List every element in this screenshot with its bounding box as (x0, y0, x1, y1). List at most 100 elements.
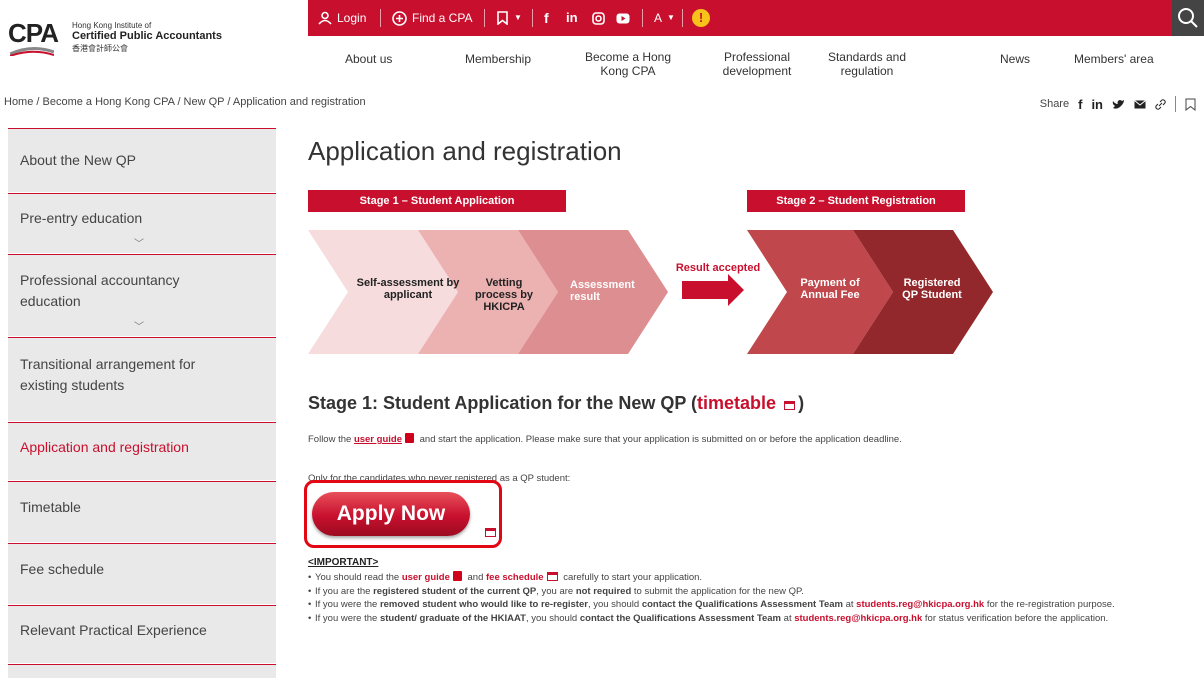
bold-text: contact the Qualifications Assessment Te… (579, 612, 782, 624)
result-accepted-label: Result accepted (675, 262, 761, 274)
login-link[interactable]: Login (318, 0, 366, 36)
logo-line-3: 香港會計師公會 (72, 44, 128, 53)
divider (484, 9, 485, 27)
nav-news[interactable]: News (1000, 52, 1030, 66)
user-guide-link[interactable]: user guide (402, 572, 450, 583)
email-share-icon[interactable] (1134, 99, 1146, 109)
sidebar-item-fee-schedule[interactable]: Fee schedule (8, 543, 276, 604)
globe-plus-icon (392, 10, 407, 26)
pdf-icon[interactable] (404, 433, 414, 443)
fee-schedule-link[interactable]: fee schedule (486, 572, 544, 583)
divider (532, 9, 533, 27)
sidebar-item-relevant-practical-experience[interactable]: Relevant Practical Experience (8, 605, 276, 663)
instagram-icon[interactable] (592, 0, 605, 36)
text: If you are the (315, 585, 374, 597)
pdf-icon[interactable] (452, 571, 462, 581)
copy-link-icon[interactable] (1155, 98, 1166, 110)
text: , you should (587, 599, 642, 610)
calendar-icon[interactable] (784, 401, 796, 410)
sidebar-item-about-new-qp[interactable]: About the New QP (8, 128, 276, 192)
bold-text: contact the Qualifications Assessment Te… (641, 599, 843, 610)
step-self-assessment: Self-assessment by applicant (356, 277, 460, 301)
step-payment: Payment of Annual Fee (800, 277, 860, 301)
chevron-down-icon: ▼ (667, 13, 675, 22)
sidebar-item-next[interactable] (8, 664, 276, 678)
sidebar-item-label: Application and registration (20, 439, 189, 455)
bold-text: registered student of the current QP (373, 585, 537, 597)
text: , you should (525, 612, 580, 624)
process-arrows (308, 230, 993, 354)
nav-professional-development[interactable]: Professional development (712, 50, 802, 78)
text: You should read the (315, 572, 402, 583)
sidebar-item-label: Timetable (20, 499, 81, 515)
chevron-down-icon: ▼ (514, 13, 522, 22)
sidebar-item-label: Professional accountancy education (20, 272, 180, 309)
calendar-icon[interactable] (485, 528, 496, 537)
find-cpa-label: Find a CPA (412, 11, 473, 25)
divider (682, 9, 683, 27)
bookmark-icon (497, 11, 508, 25)
follow-text: Follow the (308, 434, 354, 445)
twitter-share-icon[interactable] (1112, 99, 1125, 110)
heading-close: ) (798, 393, 805, 413)
process-diagram: Stage 1 – Student Application Stage 2 – … (308, 190, 1008, 360)
logo-line-2: Certified Public Accountants (72, 30, 222, 42)
nav-become-cpa[interactable]: Become a Hong Kong CPA (580, 50, 676, 78)
alert-icon[interactable]: ! (692, 9, 710, 27)
linkedin-share-icon[interactable]: in (1091, 97, 1103, 112)
share-bar: Share f in (1040, 96, 1196, 112)
logo-line-1: Hong Kong Institute of (72, 21, 152, 30)
bold-text: student/ graduate of the HKIAAT (379, 612, 526, 624)
list-item: If you are the registered student of the… (308, 585, 1204, 599)
sidebar-item-label: Fee schedule (20, 561, 105, 577)
sidebar-item-timetable[interactable]: Timetable (8, 481, 276, 542)
text: at (781, 612, 795, 624)
font-size-label: A (654, 11, 663, 25)
find-cpa-link[interactable]: Find a CPA (392, 0, 472, 36)
sidebar-item-professional-accountancy-education[interactable]: Professional accountancy education ﹀ (8, 254, 276, 336)
calendar-icon[interactable] (546, 572, 558, 581)
text: for status verification before the appli… (922, 612, 1109, 624)
apply-now-button[interactable]: Apply Now (312, 492, 470, 536)
sidebar-item-transitional-arrangement[interactable]: Transitional arrangement for existing st… (8, 337, 276, 421)
email-link[interactable]: students.reg@hkicpa.org.hk (856, 599, 984, 610)
timetable-link[interactable]: timetable (697, 393, 776, 413)
follow-text-rest: and start the application. Please make s… (416, 434, 902, 445)
nav-membership[interactable]: Membership (465, 52, 531, 66)
bold-text: not required (575, 585, 632, 597)
nav-standards-regulation[interactable]: Standards and regulation (812, 50, 922, 78)
sidebar-item-pre-entry-education[interactable]: Pre-entry education ﹀ (8, 193, 276, 253)
text: to submit the application for the new QP… (631, 585, 804, 597)
sidebar-item-application-registration[interactable]: Application and registration (8, 422, 276, 480)
user-guide-link[interactable]: user guide (354, 434, 402, 445)
nav-members-area[interactable]: Members' area (1074, 52, 1154, 66)
page-title: Application and registration (308, 136, 622, 166)
hkicpa-logo[interactable]: CPA Hong Kong Institute of Certified Pub… (8, 18, 248, 56)
important-list: You should read the user guide and fee s… (308, 571, 1204, 625)
chevron-down-icon[interactable]: ﹀ (134, 234, 144, 255)
text: If you were the (315, 599, 380, 610)
list-item: You should read the user guide and fee s… (308, 571, 1204, 585)
step-vetting: Vetting process by HKICPA (474, 277, 534, 313)
breadcrumb[interactable]: Home / Become a Hong Kong CPA / New QP /… (4, 96, 366, 108)
text: carefully to start your application. (560, 572, 703, 583)
bookmark-page-icon[interactable] (1185, 98, 1196, 111)
text: at (842, 599, 857, 610)
bookmark-menu[interactable]: ▼ (496, 0, 522, 36)
sidebar-item-label: About the New QP (20, 152, 136, 168)
text: for the re-registration purpose. (984, 599, 1115, 610)
facebook-share-icon[interactable]: f (1078, 97, 1082, 112)
youtube-icon[interactable] (616, 0, 630, 36)
facebook-icon[interactable]: f (544, 0, 549, 36)
important-heading: <IMPORTANT> (308, 557, 379, 568)
linkedin-icon[interactable]: in (566, 0, 578, 36)
user-icon (318, 11, 332, 25)
nav-about-us[interactable]: About us (345, 52, 392, 66)
divider (1175, 96, 1176, 112)
font-size-menu[interactable]: A ▼ (654, 0, 675, 36)
sidebar-item-label: Pre-entry education (20, 210, 143, 226)
chevron-down-icon[interactable]: ﹀ (134, 317, 144, 338)
search-button[interactable] (1172, 0, 1204, 36)
logo-swoosh-icon (10, 47, 54, 56)
email-link[interactable]: students.reg@hkicpa.org.hk (794, 613, 922, 624)
